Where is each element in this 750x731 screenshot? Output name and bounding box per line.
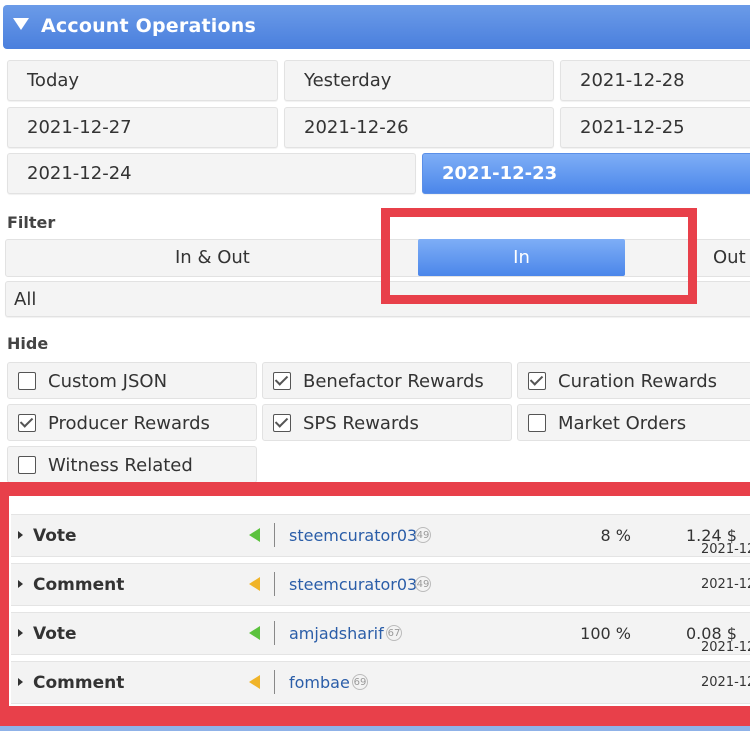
- separator: [274, 670, 275, 694]
- hide-market-orders-checkbox[interactable]: Market Orders: [517, 404, 750, 441]
- checkbox-label: Benefactor Rewards: [303, 371, 484, 392]
- date-2021-12-23-button[interactable]: 2021-12-23: [422, 153, 750, 194]
- date-2021-12-26-button[interactable]: 2021-12-26: [284, 107, 554, 148]
- operation-date: 2021-12: [701, 577, 750, 592]
- checkbox-checked-icon: [18, 414, 36, 432]
- operation-row[interactable]: Vote amjadsharif 67 100 % 0.08 $ 2021-12: [11, 612, 750, 655]
- panel-bottom-bar: [0, 726, 750, 731]
- hide-label: Hide: [7, 334, 49, 353]
- collapse-triangle-icon: [13, 18, 29, 30]
- separator: [274, 621, 275, 645]
- hide-curation-rewards-checkbox[interactable]: Curation Rewards: [517, 362, 750, 399]
- checkbox-icon: [18, 372, 36, 390]
- operation-date: 2021-12: [701, 640, 750, 655]
- checkbox-label: Custom JSON: [48, 371, 168, 392]
- operation-row[interactable]: Comment steemcurator03 49 2021-12: [11, 563, 750, 606]
- checkbox-checked-icon: [528, 372, 546, 390]
- incoming-flag-icon: [249, 528, 260, 542]
- separator: [274, 523, 275, 547]
- filter-label: Filter: [7, 213, 56, 232]
- vote-percent: 100 %: [580, 624, 631, 643]
- highlight-box-in-filter: [381, 208, 697, 304]
- date-today-button[interactable]: Today: [7, 60, 278, 101]
- account-link[interactable]: fombae: [289, 673, 350, 692]
- account-link[interactable]: steemcurator03: [289, 575, 417, 594]
- account-link[interactable]: amjadsharif: [289, 624, 384, 643]
- filter-out-option[interactable]: Out: [713, 247, 746, 268]
- separator: [274, 572, 275, 596]
- expand-caret-icon[interactable]: [18, 531, 23, 539]
- checkbox-checked-icon: [273, 414, 291, 432]
- date-2021-12-27-button[interactable]: 2021-12-27: [7, 107, 278, 148]
- checkbox-checked-icon: [273, 372, 291, 390]
- hide-producer-rewards-checkbox[interactable]: Producer Rewards: [7, 404, 257, 441]
- checkbox-label: Market Orders: [558, 413, 687, 434]
- operation-row[interactable]: Comment fombae 69 2021-12: [11, 661, 750, 704]
- reputation-badge: 49: [415, 527, 431, 543]
- hide-benefactor-rewards-checkbox[interactable]: Benefactor Rewards: [262, 362, 512, 399]
- checkbox-label: Producer Rewards: [48, 413, 210, 434]
- operation-type: Comment: [33, 575, 125, 595]
- operation-date: 2021-12: [701, 542, 750, 557]
- date-2021-12-25-button[interactable]: 2021-12-25: [560, 107, 750, 148]
- expand-caret-icon[interactable]: [18, 629, 23, 637]
- operation-type: Comment: [33, 673, 125, 693]
- expand-caret-icon[interactable]: [18, 580, 23, 588]
- filter-in-out-option[interactable]: In & Out: [175, 247, 250, 268]
- incoming-flag-icon: [249, 626, 260, 640]
- operation-date: 2021-12: [701, 675, 750, 690]
- hide-custom-json-checkbox[interactable]: Custom JSON: [7, 362, 257, 399]
- operation-row[interactable]: Vote steemcurator03 49 8 % 1.24 $ 2021-1…: [11, 514, 750, 557]
- checkbox-icon: [18, 456, 36, 474]
- checkbox-label: SPS Rewards: [303, 413, 419, 434]
- reputation-badge: 69: [352, 674, 368, 690]
- operation-type: Vote: [33, 624, 77, 644]
- date-2021-12-28-button[interactable]: 2021-12-28: [560, 60, 750, 101]
- comment-flag-icon: [249, 675, 260, 689]
- account-link[interactable]: steemcurator03: [289, 526, 417, 545]
- vote-percent: 8 %: [600, 526, 631, 545]
- checkbox-label: Witness Related: [48, 455, 193, 476]
- hide-sps-rewards-checkbox[interactable]: SPS Rewards: [262, 404, 512, 441]
- checkbox-label: Curation Rewards: [558, 371, 718, 392]
- reputation-badge: 49: [415, 576, 431, 592]
- panel-title: Account Operations: [41, 15, 256, 37]
- reputation-badge: 67: [386, 625, 402, 641]
- hide-witness-related-checkbox[interactable]: Witness Related: [7, 446, 257, 483]
- date-2021-12-24-button[interactable]: 2021-12-24: [7, 153, 416, 194]
- comment-flag-icon: [249, 577, 260, 591]
- checkbox-icon: [528, 414, 546, 432]
- date-yesterday-button[interactable]: Yesterday: [284, 60, 554, 101]
- operation-type: Vote: [33, 526, 77, 546]
- account-operations-header[interactable]: Account Operations: [3, 5, 750, 49]
- expand-caret-icon[interactable]: [18, 678, 23, 686]
